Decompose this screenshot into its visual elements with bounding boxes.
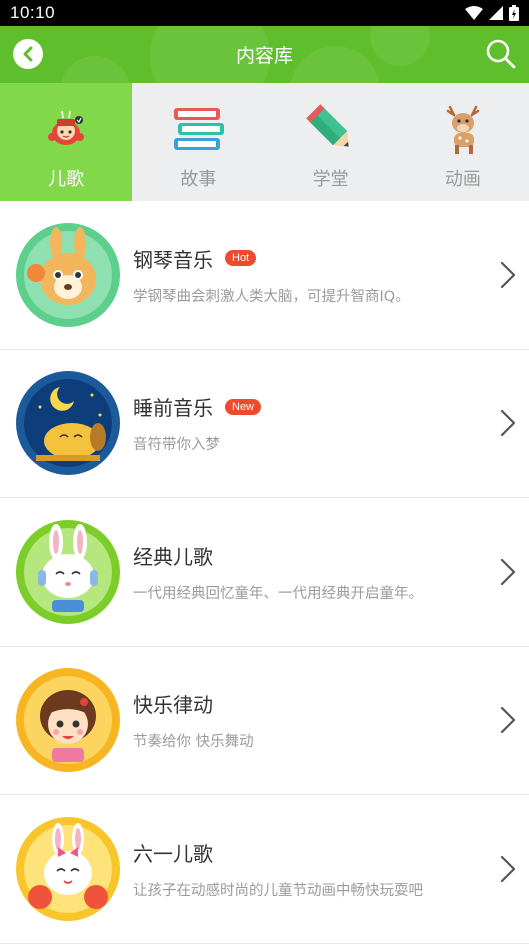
chevron-right-icon: [500, 410, 516, 437]
tab-label: 学堂: [312, 169, 349, 190]
chevron-right-icon: [500, 558, 516, 585]
item-description: 音符带你入梦: [133, 437, 220, 454]
list-item[interactable]: 经典儿歌 一代用经典回忆童年、一代用经典开启童年。: [0, 498, 529, 647]
status-bar: 10:10: [0, 0, 529, 26]
page-title: 内容库: [235, 45, 293, 67]
item-description: 学钢琴曲会刺激人类大脑，可提升智商IQ。: [133, 288, 410, 305]
list-item[interactable]: 钢琴音乐 Hot 学钢琴曲会刺激人类大脑，可提升智商IQ。: [0, 201, 529, 350]
chevron-right-icon: [500, 707, 516, 734]
item-description: 一代用经典回忆童年、一代用经典开启童年。: [133, 585, 423, 602]
chevron-right-icon: [500, 855, 516, 882]
sleeping-dog-avatar-icon: [16, 371, 120, 476]
back-button[interactable]: [13, 39, 43, 69]
list-item[interactable]: 六一儿歌 让孩子在动感时尚的儿童节动画中畅快玩耍吧: [0, 795, 529, 944]
pencil-icon: [301, 101, 361, 157]
header-decoration: [290, 46, 380, 83]
item-description: 节奏给你 快乐舞动: [133, 734, 254, 751]
item-text: 钢琴音乐 Hot 学钢琴曲会刺激人类大脑，可提升智商IQ。: [133, 244, 529, 306]
girl-avatar-icon: [16, 668, 120, 773]
piano-bunny-avatar-icon: [16, 222, 120, 327]
tab-children-songs[interactable]: 儿歌: [0, 83, 133, 201]
list-item[interactable]: 快乐律动 节奏给你 快乐舞动: [0, 647, 529, 795]
chevron-right-icon: [500, 261, 516, 288]
cheer-bunny-avatar-icon: [16, 816, 120, 921]
item-title-row: 睡前音乐 New: [133, 392, 529, 421]
chevron-left-icon: [23, 46, 33, 62]
books-icon: [168, 101, 228, 157]
item-title-row: 快乐律动: [133, 689, 529, 718]
status-time: 10:10: [10, 3, 56, 22]
rabbit-headphones-avatar-icon: [16, 519, 120, 624]
item-description: 让孩子在动感时尚的儿童节动画中畅快玩耍吧: [133, 882, 423, 899]
list-item[interactable]: 睡前音乐 New 音符带你入梦: [0, 350, 529, 498]
tab-animation[interactable]: 动画: [397, 83, 529, 201]
tab-label: 儿歌: [48, 169, 85, 190]
header-decoration: [370, 26, 430, 66]
item-title: 六一儿歌: [133, 841, 213, 866]
item-text: 睡前音乐 New 音符带你入梦: [133, 392, 529, 454]
item-title: 快乐律动: [133, 693, 213, 718]
tab-school[interactable]: 学堂: [265, 83, 397, 201]
tab-stories[interactable]: 故事: [132, 83, 264, 201]
header-decoration: [60, 56, 130, 83]
battery-icon: [509, 5, 519, 21]
search-button[interactable]: [483, 36, 519, 72]
item-title-row: 钢琴音乐 Hot: [133, 244, 529, 273]
item-title: 睡前音乐: [133, 396, 213, 421]
status-icons: [465, 5, 519, 21]
tab-label: 动画: [444, 169, 481, 190]
item-title: 钢琴音乐: [133, 247, 213, 272]
deer-icon: [433, 101, 493, 157]
item-title-row: 经典儿歌: [133, 541, 529, 570]
app-bar: 内容库: [0, 26, 529, 83]
search-icon: [486, 39, 516, 69]
status-badge: New: [225, 398, 262, 415]
crab-mascot-icon: [36, 101, 96, 157]
item-text: 经典儿歌 一代用经典回忆童年、一代用经典开启童年。: [133, 541, 529, 603]
item-title-row: 六一儿歌: [133, 838, 529, 867]
status-badge: Hot: [225, 250, 257, 267]
item-text: 快乐律动 节奏给你 快乐舞动: [133, 689, 529, 751]
content-list: 钢琴音乐 Hot 学钢琴曲会刺激人类大脑，可提升智商IQ。 睡前音乐 New 音…: [0, 201, 529, 944]
signal-icon: [489, 6, 503, 20]
item-title: 经典儿歌: [133, 544, 213, 569]
item-text: 六一儿歌 让孩子在动感时尚的儿童节动画中畅快玩耍吧: [133, 838, 529, 900]
category-tabs: 儿歌 故事 学堂 动画: [0, 83, 529, 201]
tab-label: 故事: [180, 169, 217, 190]
wifi-icon: [465, 6, 483, 20]
